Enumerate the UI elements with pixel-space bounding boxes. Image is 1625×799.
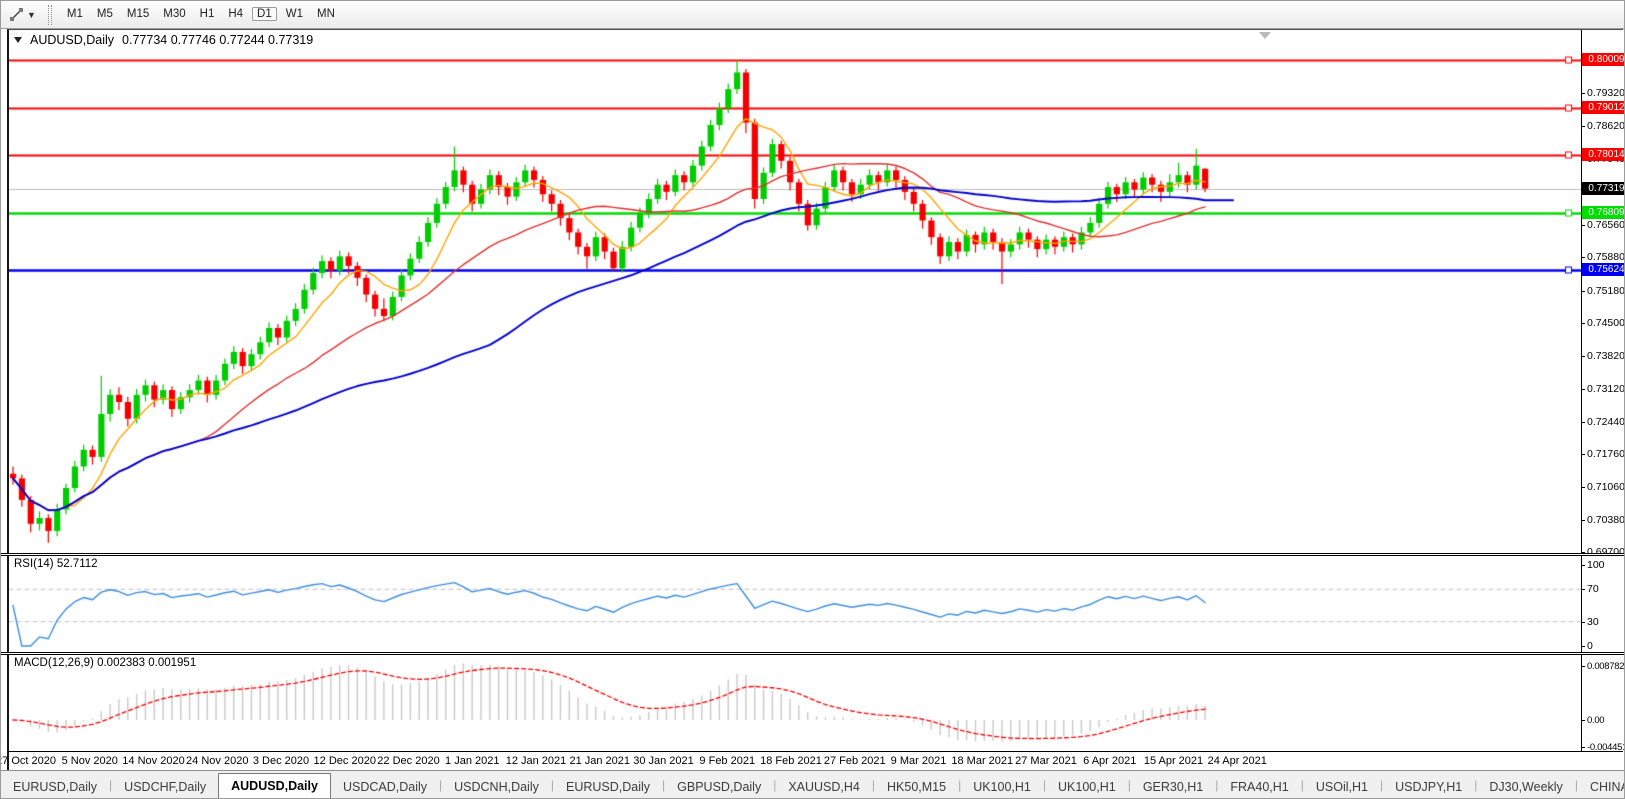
timeframe-buttons: M1 M5 M15 M30 H1H4 D1 W1 MN <box>60 4 342 25</box>
date-axis-label: 5 Nov 2020 <box>62 755 118 767</box>
macd-label: MACD(12,26,9) 0.002383 0.001951 <box>14 657 196 669</box>
timeframe-button-w1[interactable]: W1 <box>281 7 308 21</box>
date-axis-label: 1 Jan 2021 <box>445 755 499 767</box>
chart-tab-eurusd-daily[interactable]: EURUSD,Daily <box>1 776 109 798</box>
chart-ohlc-values: 0.77734 0.77746 0.77244 0.77319 <box>122 33 313 47</box>
price-level-label-0.76809[interactable]: 0.76809 <box>1582 206 1625 219</box>
chart-tab-xauusd-h4[interactable]: XAUUSD,H4 <box>776 776 872 798</box>
chart-tab-china300-h1[interactable]: CHINA300,H1 <box>1578 776 1625 798</box>
rsi-label: RSI(14) 52.7112 <box>14 558 98 570</box>
axis-tick-label: 0.008782 <box>1587 661 1625 672</box>
timeframe-toolbar: ▼ M1 M5 M15 M30 H1H4 D1 W1 MN <box>1 1 1625 29</box>
date-axis-label: 6 Apr 2021 <box>1083 755 1136 767</box>
axis-tick-label: 0 <box>1587 641 1625 652</box>
axis-tick-label: 0.78620 <box>1587 121 1625 132</box>
axis-tick-label: 0.72440 <box>1587 417 1625 428</box>
axis-tick-label: 100 <box>1587 560 1625 571</box>
axis-tick-label: 0.74500 <box>1587 318 1625 329</box>
date-axis-label: 27 Mar 2021 <box>1015 755 1077 767</box>
chart-tab-usdjpy-h1[interactable]: USDJPY,H1 <box>1383 776 1474 798</box>
date-axis-label: 22 Dec 2020 <box>377 755 439 767</box>
price-level-label-0.77319[interactable]: 0.77319 <box>1582 182 1625 195</box>
chart-tab-ger30-h1[interactable]: GER30,H1 <box>1131 776 1215 798</box>
date-axis-label: 30 Jan 2021 <box>633 755 694 767</box>
chart-tab-usdcad-daily[interactable]: USDCAD,Daily <box>331 776 439 798</box>
chart-tab-usdchf-daily[interactable]: USDCHF,Daily <box>112 776 218 798</box>
chart-tab-bar: EURUSD,Daily|USDCHF,DailyAUDUSD,DailyUSD… <box>1 770 1625 798</box>
date-axis-label: 27 Feb 2021 <box>824 755 886 767</box>
date-axis-label: 9 Mar 2021 <box>891 755 947 767</box>
axis-tick-label: 0.75180 <box>1587 286 1625 297</box>
timeframe-button-m5[interactable]: M5 <box>92 7 118 21</box>
timeframe-button-m15[interactable]: M15 <box>122 7 154 21</box>
date-axis-label: 24 Nov 2020 <box>186 755 248 767</box>
rsi-canvas <box>9 556 1581 652</box>
cursor-tool-dropdown-icon[interactable]: ▼ <box>27 10 36 20</box>
axis-tick-label: 0.71760 <box>1587 449 1625 460</box>
macd-axis-line <box>1581 655 1582 751</box>
date-axis-label: 21 Jan 2021 <box>569 755 630 767</box>
date-axis-label: 12 Jan 2021 <box>506 755 567 767</box>
axis-tick-label: 0.73820 <box>1587 351 1625 362</box>
axis-tick-label: 30 <box>1587 617 1625 628</box>
axis-tick-label: 0.71060 <box>1587 482 1625 493</box>
rsi-axis-line <box>1581 556 1582 652</box>
rsi-indicator-panel[interactable]: RSI(14) 52.7112 100 70 30 0 <box>7 556 1623 652</box>
date-axis-label: 14 Nov 2020 <box>122 755 184 767</box>
price-chart-panel[interactable]: AUDUSD,Daily 0.77734 0.77746 0.77244 0.7… <box>7 29 1623 553</box>
chart-tab-gbpusd-daily[interactable]: GBPUSD,Daily <box>665 776 773 798</box>
timeframe-button-m1[interactable]: M1 <box>62 7 88 21</box>
price-level-label-0.80009[interactable]: 0.80009 <box>1582 53 1625 66</box>
date-axis-label: 27 Oct 2020 <box>0 755 56 767</box>
chart-tab-hk50-m15[interactable]: HK50,M15 <box>875 776 958 798</box>
price-level-label-0.78014[interactable]: 0.78014 <box>1582 148 1625 161</box>
date-axis: 27 Oct 20205 Nov 202014 Nov 202024 Nov 2… <box>7 751 1623 770</box>
date-axis-label: 18 Mar 2021 <box>951 755 1013 767</box>
price-level-label-0.79012[interactable]: 0.79012 <box>1582 101 1625 114</box>
chart-tab-dj30-weekly[interactable]: DJ30,Weekly <box>1477 776 1574 798</box>
chart-tab-audusd-daily[interactable]: AUDUSD,Daily <box>218 773 331 798</box>
chart-tab-eurusd-daily[interactable]: EURUSD,Daily <box>554 776 662 798</box>
macd-canvas <box>9 655 1581 751</box>
date-axis-label: 18 Feb 2021 <box>760 755 822 767</box>
axis-tick-label: 0.79320 <box>1587 88 1625 99</box>
axis-tick-label: 0.73120 <box>1587 384 1625 395</box>
timeframe-button-h4[interactable]: H4 <box>223 7 248 21</box>
chart-tab-usoil-h1[interactable]: USOil,H1 <box>1304 776 1380 798</box>
chart-tab-uk100-h1[interactable]: UK100,H1 <box>1046 776 1128 798</box>
timeframe-button-h1[interactable]: H1 <box>195 7 220 21</box>
axis-tick-label: 0.70380 <box>1587 515 1625 526</box>
chart-tab-usdcnh-daily[interactable]: USDCNH,Daily <box>442 776 551 798</box>
axis-tick-label: 0.76560 <box>1587 220 1625 231</box>
chart-tab-fra40-h1[interactable]: FRA40,H1 <box>1218 776 1300 798</box>
date-axis-label: 3 Dec 2020 <box>253 755 309 767</box>
price-level-label-0.75624[interactable]: 0.75624 <box>1582 263 1625 276</box>
chart-symbol-label: AUDUSD,Daily <box>30 33 114 47</box>
toolbar-grip[interactable] <box>48 5 52 25</box>
macd-indicator-panel[interactable]: MACD(12,26,9) 0.002383 0.001951 0.008782… <box>7 655 1623 751</box>
date-axis-label: 9 Feb 2021 <box>699 755 755 767</box>
axis-tick-label: 0.00 <box>1587 715 1625 726</box>
cursor-tool-icon[interactable] <box>5 4 27 26</box>
chart-tab-uk100-h1[interactable]: UK100,H1 <box>961 776 1043 798</box>
timeframe-button-m30[interactable]: M30 <box>158 7 190 21</box>
timeframe-button-mn[interactable]: MN <box>312 7 340 21</box>
chart-menu-icon[interactable] <box>14 37 22 43</box>
trading-platform-window: ▼ M1 M5 M15 M30 H1H4 D1 W1 MN AUDUSD,Daily 0.77… <box>0 0 1625 799</box>
candlestick-chart-canvas[interactable] <box>9 30 1581 553</box>
scroll-to-end-marker-icon[interactable] <box>1259 32 1271 39</box>
timeframe-button-d1[interactable]: D1 <box>252 7 277 21</box>
date-axis-label: 15 Apr 2021 <box>1144 755 1203 767</box>
date-axis-label: 24 Apr 2021 <box>1208 755 1267 767</box>
axis-tick-label: 70 <box>1587 584 1625 595</box>
date-axis-label: 12 Dec 2020 <box>314 755 376 767</box>
chart-legend: AUDUSD,Daily 0.77734 0.77746 0.77244 0.7… <box>14 33 313 47</box>
